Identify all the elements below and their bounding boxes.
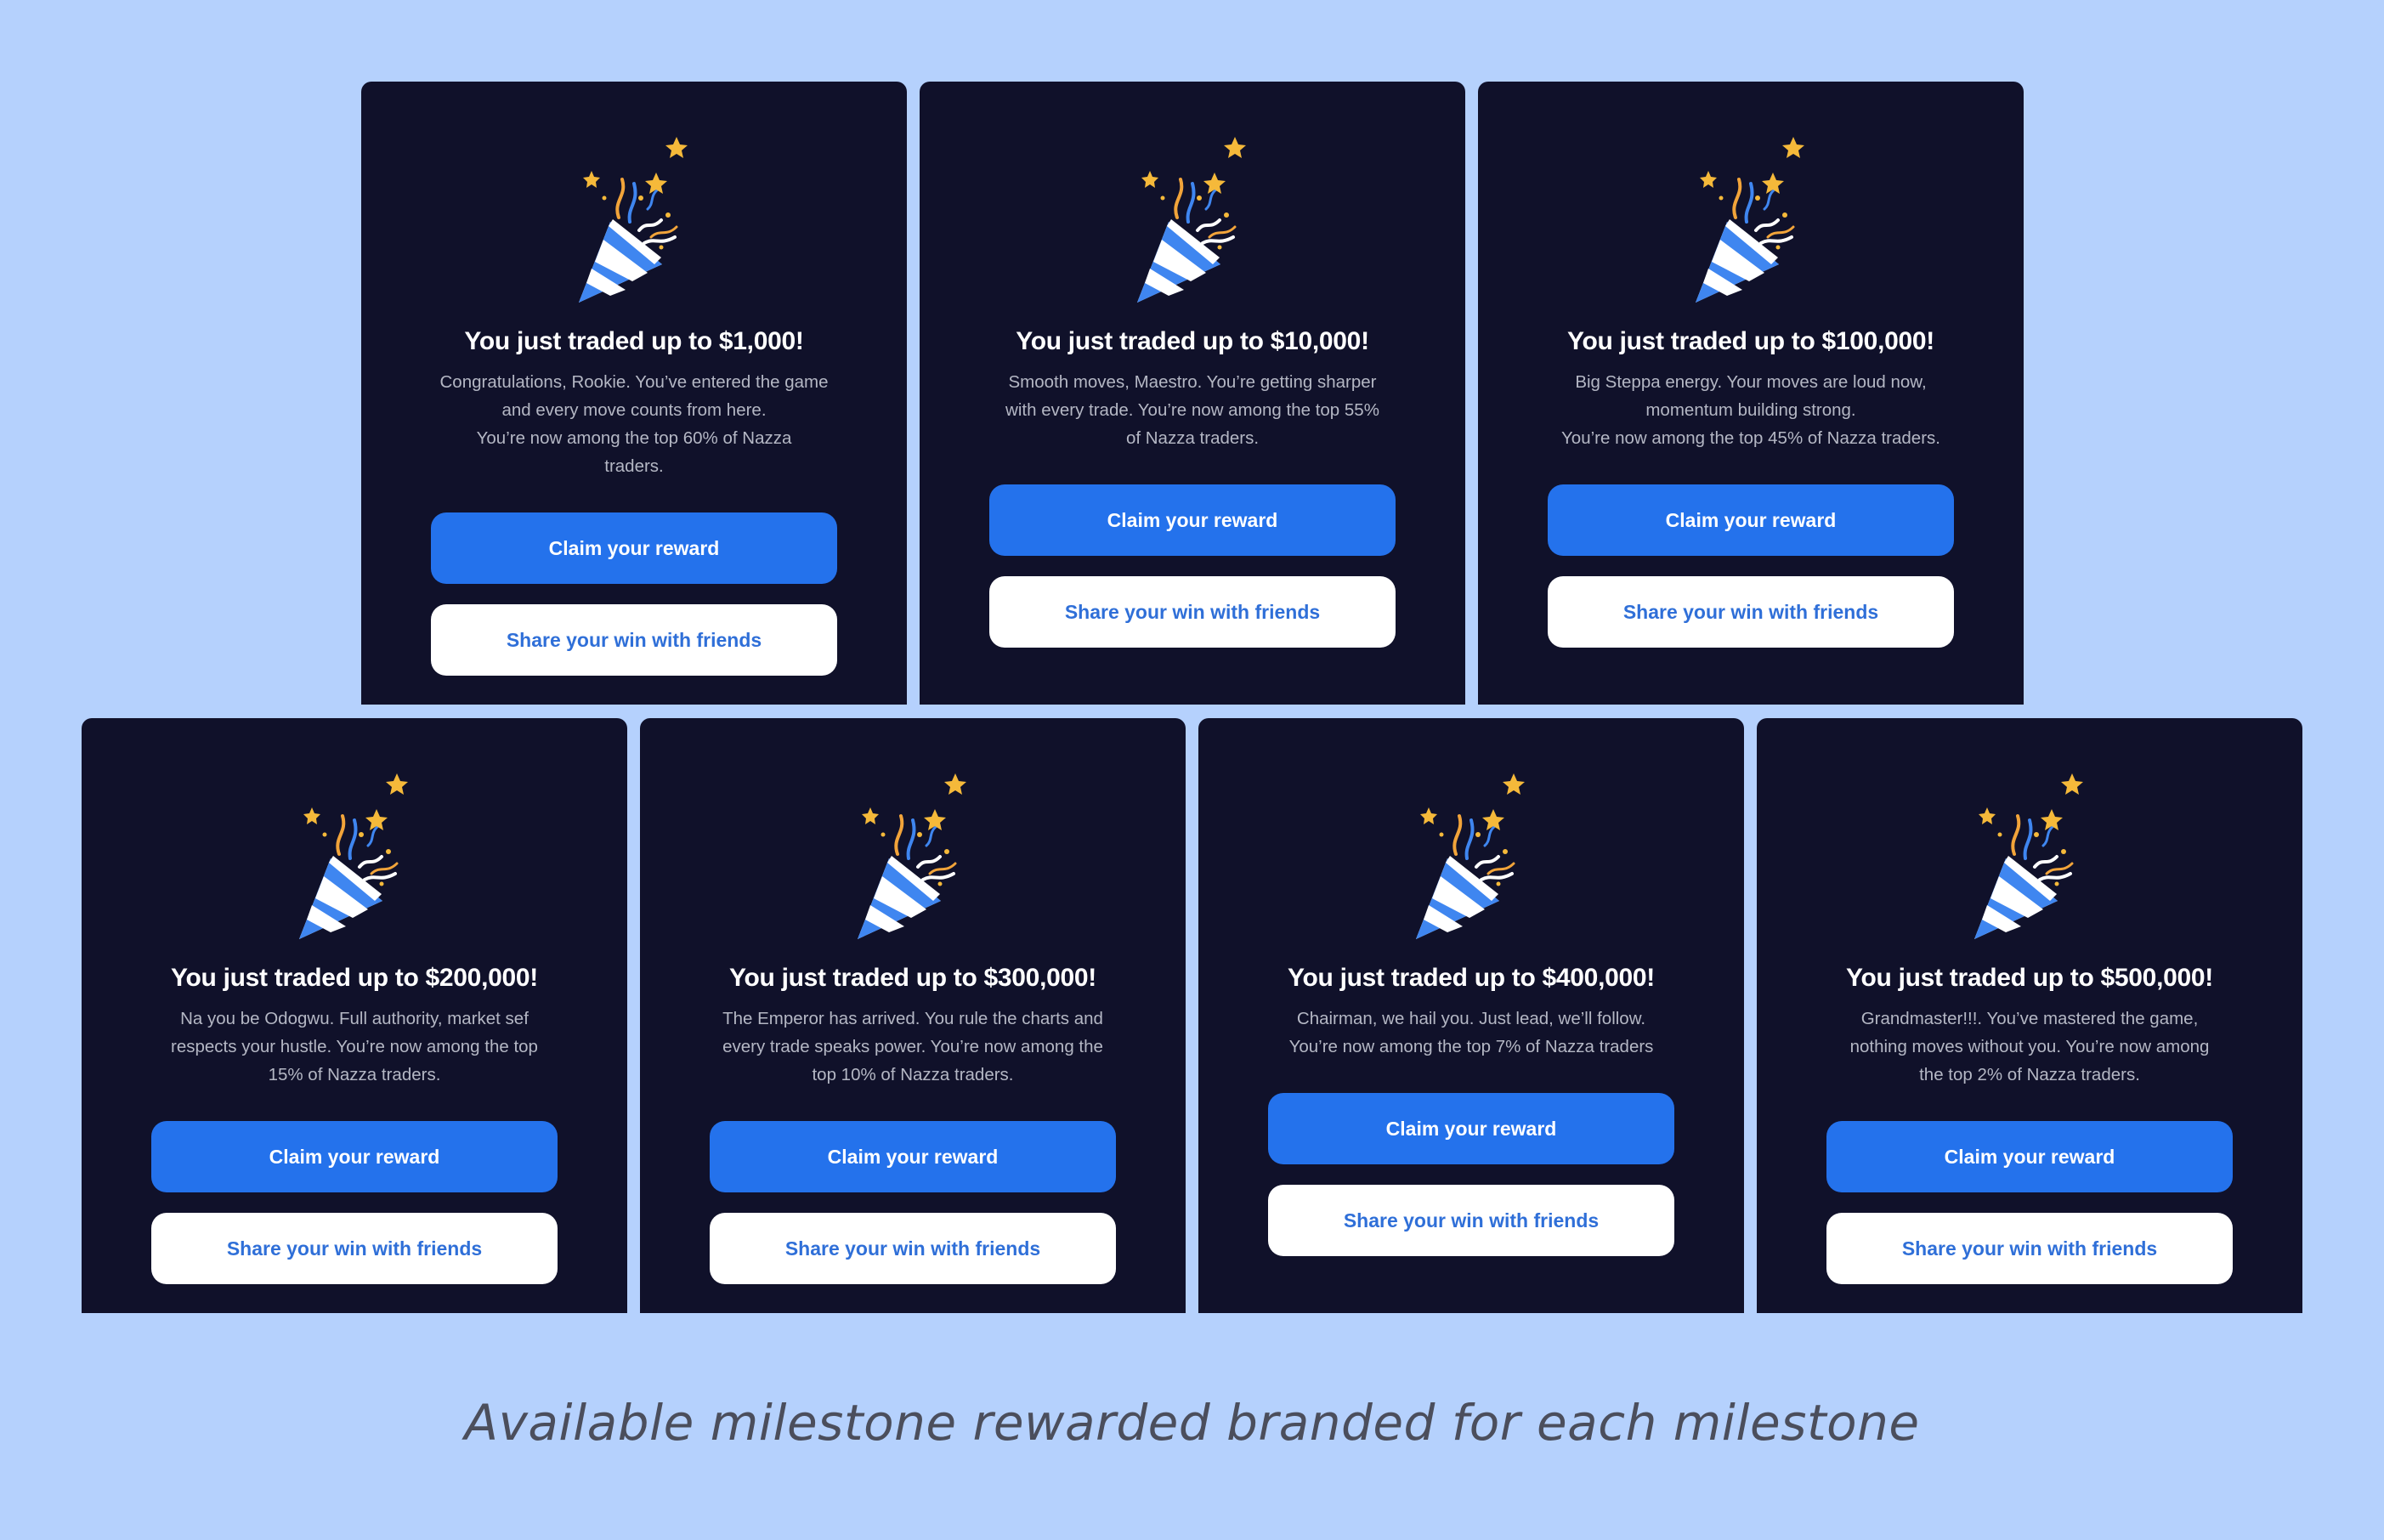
milestone-row-bottom: You just traded up to $200,000! Na you b… <box>82 718 2302 1313</box>
share-win-button[interactable]: Share your win with friends <box>1268 1185 1674 1256</box>
share-win-button[interactable]: Share your win with friends <box>989 576 1396 648</box>
description-line: every trade speaks power. You’re now amo… <box>722 1037 1103 1056</box>
card-description: Smooth moves, Maestro. You’re getting sh… <box>971 368 1413 452</box>
card-title: You just traded up to $500,000! <box>1846 964 2213 992</box>
claim-reward-button[interactable]: Claim your reward <box>1268 1093 1674 1164</box>
milestone-card-1000: You just traded up to $1,000! Congratula… <box>361 82 907 705</box>
milestone-card-10000: You just traded up to $10,000! Smooth mo… <box>920 82 1465 705</box>
description-line: of Nazza traders. <box>1125 428 1260 448</box>
description-line: Big Steppa energy. Your moves are loud n… <box>1575 372 1927 392</box>
description-line: You’re now among the top 60% of Nazza <box>476 428 792 448</box>
party-popper-icon <box>566 137 702 307</box>
claim-reward-button[interactable]: Claim your reward <box>1826 1121 2233 1192</box>
description-line: You’re now among the top 45% of Nazza tr… <box>1561 428 1940 448</box>
description-line: with every trade. You’re now among the t… <box>1005 400 1379 420</box>
description-line: The Emperor has arrived. You rule the ch… <box>722 1009 1103 1028</box>
milestone-card-400000: You just traded up to $400,000! Chairman… <box>1198 718 1744 1313</box>
milestone-row-top: You just traded up to $1,000! Congratula… <box>361 82 2024 705</box>
party-popper-icon <box>1124 137 1260 307</box>
description-line: Grandmaster!!!. You’ve mastered the game… <box>1860 1009 2199 1028</box>
share-win-button[interactable]: Share your win with friends <box>710 1213 1116 1284</box>
card-description: Na you be Odogwu. Full authority, market… <box>133 1005 575 1089</box>
milestone-card-100000: You just traded up to $100,000! Big Step… <box>1478 82 2024 705</box>
party-popper-icon <box>1683 137 1819 307</box>
claim-reward-button[interactable]: Claim your reward <box>710 1121 1116 1192</box>
share-win-button[interactable]: Share your win with friends <box>431 604 837 676</box>
party-popper-icon <box>286 773 422 943</box>
card-description: The Emperor has arrived. You rule the ch… <box>692 1005 1134 1089</box>
party-popper-icon <box>1403 773 1539 943</box>
share-win-button[interactable]: Share your win with friends <box>1826 1213 2233 1284</box>
description-line: respects your hustle. You’re now among t… <box>171 1037 538 1056</box>
milestone-card-300000: You just traded up to $300,000! The Empe… <box>640 718 1186 1313</box>
share-win-button[interactable]: Share your win with friends <box>1548 576 1954 648</box>
card-description: Congratulations, Rookie. You’ve entered … <box>413 368 855 480</box>
claim-reward-button[interactable]: Claim your reward <box>431 512 837 584</box>
claim-reward-button[interactable]: Claim your reward <box>989 484 1396 556</box>
party-popper-icon <box>1962 773 2098 943</box>
card-title: You just traded up to $10,000! <box>1016 327 1369 355</box>
description-line: You’re now among the top 7% of Nazza tra… <box>1288 1037 1654 1056</box>
card-description: Chairman, we hail you. Just lead, we’ll … <box>1250 1005 1692 1061</box>
card-description: Grandmaster!!!. You’ve mastered the game… <box>1809 1005 2251 1089</box>
description-line: traders. <box>604 456 664 476</box>
description-line: 15% of Nazza traders. <box>268 1065 441 1084</box>
claim-reward-button[interactable]: Claim your reward <box>151 1121 558 1192</box>
party-popper-icon <box>845 773 981 943</box>
description-line: Chairman, we hail you. Just lead, we’ll … <box>1296 1009 1646 1028</box>
description-line: Smooth moves, Maestro. You’re getting sh… <box>1008 372 1377 392</box>
share-win-button[interactable]: Share your win with friends <box>151 1213 558 1284</box>
claim-reward-button[interactable]: Claim your reward <box>1548 484 1954 556</box>
description-line: the top 2% of Nazza traders. <box>1919 1065 2140 1084</box>
description-line: Congratulations, Rookie. You’ve entered … <box>439 372 829 392</box>
card-title: You just traded up to $1,000! <box>464 327 804 355</box>
description-line: momentum building strong. <box>1645 400 1856 420</box>
description-line: top 10% of Nazza traders. <box>812 1065 1014 1084</box>
milestone-card-200000: You just traded up to $200,000! Na you b… <box>82 718 627 1313</box>
page-caption: Available milestone rewarded branded for… <box>464 1394 1920 1452</box>
card-title: You just traded up to $400,000! <box>1288 964 1655 992</box>
description-line: Na you be Odogwu. Full authority, market… <box>180 1009 529 1028</box>
card-title: You just traded up to $300,000! <box>729 964 1096 992</box>
milestone-card-500000: You just traded up to $500,000! Grandmas… <box>1757 718 2302 1313</box>
description-line: and every move counts from here. <box>501 400 767 420</box>
description-line: nothing moves without you. You’re now am… <box>1849 1037 2210 1056</box>
card-title: You just traded up to $100,000! <box>1567 327 1934 355</box>
card-title: You just traded up to $200,000! <box>171 964 538 992</box>
card-description: Big Steppa energy. Your moves are loud n… <box>1530 368 1972 452</box>
